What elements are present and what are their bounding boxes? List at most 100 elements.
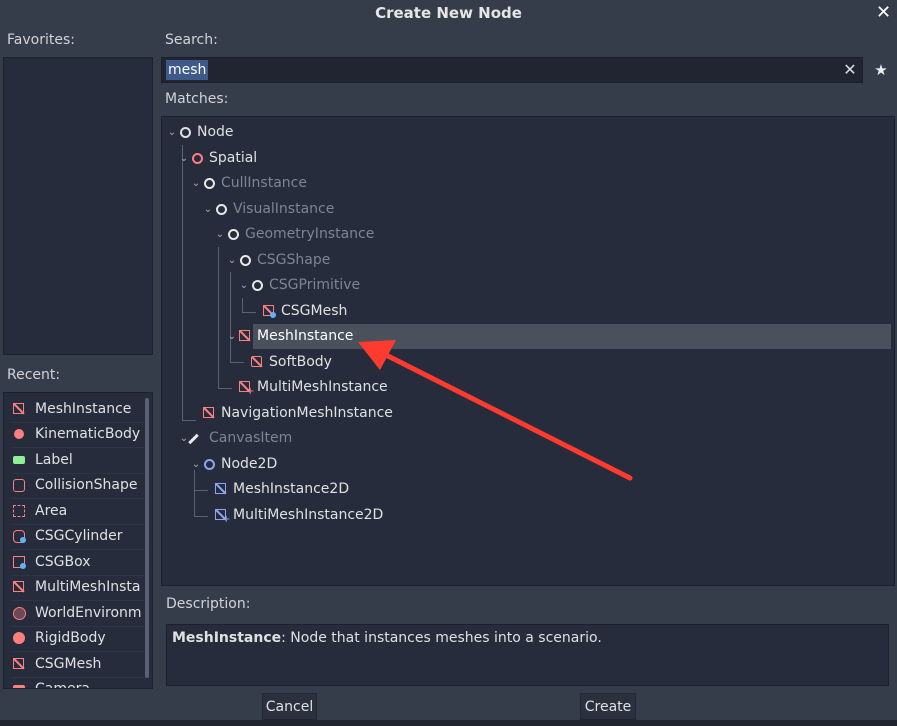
navigation-mesh-icon (202, 401, 216, 426)
brush-icon (188, 426, 204, 451)
recent-item[interactable]: KinematicBody (12, 422, 148, 448)
favorites-list[interactable] (3, 57, 153, 355)
circle-icon (202, 452, 216, 477)
close-icon[interactable]: ✕ (870, 0, 897, 26)
recent-item[interactable]: Area (12, 499, 148, 525)
chevron-down-icon[interactable]: ⌄ (166, 120, 178, 145)
recent-item[interactable]: Label (12, 448, 148, 474)
tree-guide (182, 420, 196, 421)
tree-item-csgshape[interactable]: ⌄ CSGShape (226, 248, 331, 273)
chevron-down-icon[interactable]: ⌄ (190, 171, 202, 196)
favorites-label: Favorites: (7, 32, 75, 48)
tree-item-label: Node2D (221, 456, 278, 472)
recent-label: Recent: (7, 367, 61, 383)
csg-cylinder-icon (12, 524, 28, 549)
tree-item-node2d[interactable]: ⌄ Node2D (190, 452, 277, 477)
tree-item-csgprimitive[interactable]: ⌄ CSGPrimitive (238, 273, 360, 298)
chevron-down-icon[interactable]: ⌄ (226, 248, 238, 273)
label-icon (12, 448, 28, 473)
recent-item[interactable]: CollisionShape (12, 473, 148, 499)
annotation-arrow (358, 340, 633, 481)
favorite-star-icon[interactable]: ★ (872, 60, 890, 80)
tree-item-csgmesh[interactable]: CSGMesh (262, 299, 347, 324)
tree-item-cullinstance[interactable]: ⌄ CullInstance (190, 171, 307, 196)
circle-icon (214, 197, 228, 222)
mesh-instance-2d-icon (214, 477, 228, 502)
tree-item-label: MeshInstance2D (233, 481, 350, 497)
chevron-down-icon[interactable]: ⌄ (178, 146, 190, 171)
recent-list[interactable]: MeshInstance KinematicBody Label Collisi… (3, 392, 153, 689)
recent-item[interactable]: CSGMesh (12, 652, 148, 678)
tree-guide (218, 388, 232, 389)
recent-item[interactable]: RigidBody (12, 626, 148, 652)
create-button[interactable]: Create (580, 693, 636, 720)
chevron-down-icon[interactable]: ⌄ (190, 452, 202, 477)
description-text: MeshInstance: Node that instances meshes… (172, 628, 882, 648)
multimesh-instance-icon (12, 575, 28, 600)
multimesh-instance-icon: + (238, 375, 254, 400)
csg-box-icon (12, 550, 28, 575)
chevron-down-icon[interactable]: ⌄ (214, 222, 226, 247)
soft-body-icon (250, 350, 264, 375)
tree-item-label: VisualInstance (233, 201, 335, 217)
search-input-value[interactable]: mesh (166, 60, 209, 80)
chevron-down-icon[interactable]: ⌄ (202, 197, 214, 222)
matches-label: Matches: (165, 91, 229, 107)
description-body: : Node that instances meshes into a scen… (281, 630, 602, 646)
kinematic-body-icon (12, 422, 28, 447)
tree-item-label: MultiMeshInstance2D (233, 507, 384, 523)
recent-item[interactable]: MeshInstance (12, 397, 148, 423)
tree-item-visualinstance[interactable]: ⌄ VisualInstance (202, 197, 335, 222)
tree-guide (230, 362, 244, 363)
tree-item-label: SoftBody (269, 354, 332, 370)
recent-item[interactable]: MultiMeshInsta (12, 575, 148, 601)
tree-item-spatial[interactable]: ⌄ Spatial (178, 146, 257, 171)
cancel-button[interactable]: Cancel (262, 693, 317, 720)
circle-icon (238, 248, 252, 273)
rigid-body-icon (12, 626, 28, 651)
tree-item-softbody[interactable]: SoftBody (250, 350, 332, 375)
tree-item-label: CSGMesh (281, 303, 348, 319)
recent-item[interactable]: CSGBox (12, 550, 148, 576)
tree-item-meshinstance[interactable]: ⌄ MeshInstance (226, 324, 354, 349)
recent-item[interactable]: Camera (12, 677, 148, 688)
recent-scrollbar[interactable] (145, 398, 149, 678)
tree-item-geometryinstance[interactable]: ⌄ GeometryInstance (214, 222, 375, 247)
search-label: Search: (165, 32, 218, 48)
area-icon (12, 499, 28, 524)
tree-item-multimeshinstance2d[interactable]: + MultiMeshInstance2D (214, 503, 383, 528)
tree-item-label: CSGPrimitive (269, 277, 361, 293)
description-label: Description: (166, 596, 251, 612)
tree-guide (218, 247, 219, 388)
mesh-instance-icon (12, 397, 28, 422)
tree-item-node[interactable]: ⌄ Node (166, 120, 234, 145)
chevron-down-icon[interactable]: ⌄ (178, 426, 190, 451)
dialog-title: Create New Node (375, 4, 522, 22)
tree-item-canvasitem[interactable]: ⌄ CanvasItem (178, 426, 292, 451)
world-environment-icon (12, 601, 28, 626)
circle-icon (178, 120, 192, 145)
tree-item-label: Spatial (209, 150, 258, 166)
tree-guide (194, 516, 208, 517)
tree-item-label: GeometryInstance (245, 226, 375, 242)
description-node-name: MeshInstance (172, 630, 282, 646)
clear-search-icon[interactable]: ✕ (838, 57, 862, 83)
circle-icon (190, 146, 204, 171)
tree-item-label: MeshInstance (257, 328, 354, 344)
chevron-down-icon[interactable]: ⌄ (226, 324, 238, 349)
search-input[interactable] (161, 57, 863, 83)
tree-guide (242, 298, 243, 312)
tree-item-label: CullInstance (221, 175, 307, 191)
tree-item-label: CSGShape (257, 252, 331, 268)
tree-item-label: CanvasItem (209, 430, 293, 446)
multimesh-instance-2d-icon: + (214, 503, 230, 528)
recent-item[interactable]: CSGCylinder (12, 524, 148, 550)
tree-item-meshinstance2d[interactable]: MeshInstance2D (214, 477, 349, 502)
tree-guide (242, 312, 256, 313)
circle-icon (250, 273, 264, 298)
chevron-down-icon[interactable]: ⌄ (238, 273, 250, 298)
bottom-edge (0, 720, 897, 726)
tree-item-label: Node (197, 124, 234, 140)
collision-shape-icon (12, 473, 28, 498)
recent-item[interactable]: WorldEnvironm (12, 601, 148, 627)
